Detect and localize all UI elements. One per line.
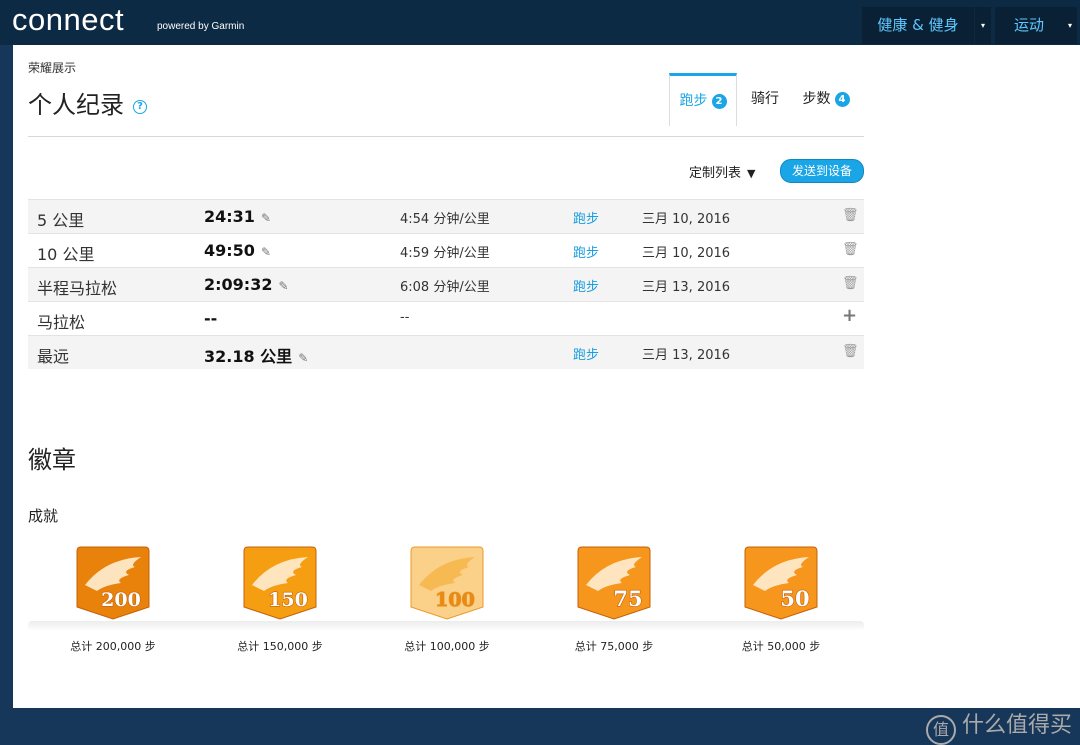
divider: [28, 136, 864, 137]
nav-activities[interactable]: 运动: [995, 7, 1063, 44]
edit-pencil-icon[interactable]: ✎: [298, 351, 308, 365]
wing-badge-icon: 75: [577, 546, 651, 620]
table-row: 马拉松 -- -- +: [28, 301, 864, 335]
record-date: 三月 10, 2016: [642, 212, 731, 227]
records-table: 5 公里 24:31 ✎ 4:54 分钟/公里 跑步 三月 10, 2016 🗑 …: [28, 199, 864, 369]
badge-75k-steps[interactable]: 75: [576, 545, 652, 621]
breadcrumb[interactable]: 荣耀展示: [28, 59, 76, 76]
tab-running[interactable]: 跑步 2: [669, 73, 737, 126]
record-time: 32.18 公里 ✎: [204, 343, 308, 367]
record-time-value: --: [204, 309, 218, 328]
nav-health-fitness[interactable]: 健康 & 健身: [862, 7, 974, 44]
edit-pencil-icon[interactable]: ✎: [261, 245, 271, 259]
table-row: 10 公里 49:50 ✎ 4:59 分钟/公里 跑步 三月 10, 2016 🗑: [28, 233, 864, 267]
connect-logo[interactable]: connect: [12, 2, 124, 38]
table-row: 半程马拉松 2:09:32 ✎ 6:08 分钟/公里 跑步 三月 13, 2016…: [28, 267, 864, 301]
record-pace: 4:59 分钟/公里: [400, 246, 490, 261]
customize-list-button[interactable]: 定制列表 ▼: [689, 162, 755, 181]
wing-badge-icon: 200: [76, 546, 150, 620]
table-row: 5 公里 24:31 ✎ 4:54 分钟/公里 跑步 三月 10, 2016 🗑: [28, 199, 864, 233]
record-time-value: 32.18 公里: [204, 347, 293, 366]
record-date: 三月 10, 2016: [642, 246, 731, 261]
tab-steps[interactable]: 步数 4: [795, 73, 857, 125]
badge-50k-steps[interactable]: 50: [743, 545, 819, 621]
top-bar: connect powered by Garmin 健康 & 健身 ▾ 运动 ▾: [0, 0, 1080, 45]
badge-number: 50: [780, 586, 809, 611]
page-title: 个人纪录: [28, 91, 124, 119]
tab-label: 骑行: [751, 91, 779, 107]
record-activity-link[interactable]: 跑步: [573, 344, 599, 363]
badge-label: 总计 50,000 步: [741, 640, 821, 653]
record-date: 三月 13, 2016: [642, 348, 731, 363]
send-to-device-button[interactable]: 发送到设备: [780, 159, 864, 183]
trash-icon[interactable]: 🗑: [842, 276, 859, 291]
trash-icon[interactable]: 🗑: [842, 208, 859, 223]
record-pace: --: [400, 310, 410, 325]
nav-health-dropdown-icon[interactable]: ▾: [975, 7, 991, 44]
record-name: 半程马拉松: [37, 279, 118, 298]
record-time-value: 24:31: [204, 207, 255, 226]
record-time-value: 49:50: [204, 241, 255, 260]
wing-badge-icon: 150: [243, 546, 317, 620]
badge-number: 200: [101, 589, 141, 611]
record-time: 2:09:32 ✎: [204, 275, 289, 294]
badge-200k-steps[interactable]: 200: [75, 545, 151, 621]
record-name: 马拉松: [37, 313, 86, 332]
tab-cycling[interactable]: 骑行: [737, 73, 793, 125]
badge-150k-steps[interactable]: 150: [242, 545, 318, 621]
edit-pencil-icon[interactable]: ✎: [278, 279, 288, 293]
tab-count-badge: 4: [834, 92, 850, 107]
badge-number: 75: [613, 586, 642, 611]
nav-activities-dropdown-icon[interactable]: ▾: [1063, 7, 1077, 44]
tab-count-badge: 2: [711, 94, 727, 109]
logo-subtitle: powered by Garmin: [157, 21, 245, 32]
badges-shelf: [28, 621, 864, 631]
record-activity-link[interactable]: 跑步: [573, 276, 599, 295]
record-time: 49:50 ✎: [204, 241, 271, 260]
tab-label: 跑步: [679, 93, 708, 109]
badge-number: 100: [435, 589, 475, 611]
badges-heading: 徽章: [28, 446, 76, 474]
wing-badge-icon: 50: [744, 546, 818, 620]
help-icon[interactable]: ?: [133, 100, 147, 114]
chevron-down-icon: ▼: [747, 167, 756, 180]
record-time-value: 2:09:32: [204, 275, 273, 294]
wing-badge-icon: 100: [410, 546, 484, 620]
record-activity-link[interactable]: 跑步: [573, 242, 599, 261]
tab-label: 步数: [802, 91, 831, 107]
record-name: 10 公里: [37, 245, 95, 264]
badge-label: 总计 100,000 步: [404, 640, 490, 653]
record-date: 三月 13, 2016: [642, 280, 731, 295]
watermark: 值什么值得买: [926, 707, 1072, 745]
achievements-heading: 成就: [28, 507, 59, 525]
record-name: 5 公里: [37, 211, 85, 230]
badge-label: 总计 75,000 步: [574, 640, 654, 653]
trash-icon[interactable]: 🗑: [842, 242, 859, 257]
record-activity-link[interactable]: 跑步: [573, 208, 599, 227]
watermark-text: 什么值得买: [962, 713, 1073, 738]
record-time: 24:31 ✎: [204, 207, 271, 226]
edit-pencil-icon[interactable]: ✎: [261, 211, 271, 225]
badge-label: 总计 200,000 步: [70, 640, 156, 653]
watermark-logo-icon: 值: [926, 715, 956, 745]
table-row: 最远 32.18 公里 ✎ 跑步 三月 13, 2016 🗑: [28, 335, 864, 369]
customize-label: 定制列表: [689, 166, 742, 181]
main-panel: 荣耀展示 个人纪录 ? 跑步 2 骑行 步数 4 定制列表 ▼ 发送到设备 5 公里 …: [13, 45, 1080, 745]
record-pace: 4:54 分钟/公里: [400, 212, 490, 227]
badge-number: 150: [268, 589, 308, 611]
record-pace: 6:08 分钟/公里: [400, 280, 490, 295]
record-name: 最远: [37, 347, 70, 366]
badge-100k-steps[interactable]: 100: [409, 545, 485, 621]
badge-label: 总计 150,000 步: [237, 640, 323, 653]
trash-icon[interactable]: 🗑: [842, 344, 859, 359]
record-time: --: [204, 309, 217, 328]
add-icon[interactable]: +: [842, 305, 857, 326]
